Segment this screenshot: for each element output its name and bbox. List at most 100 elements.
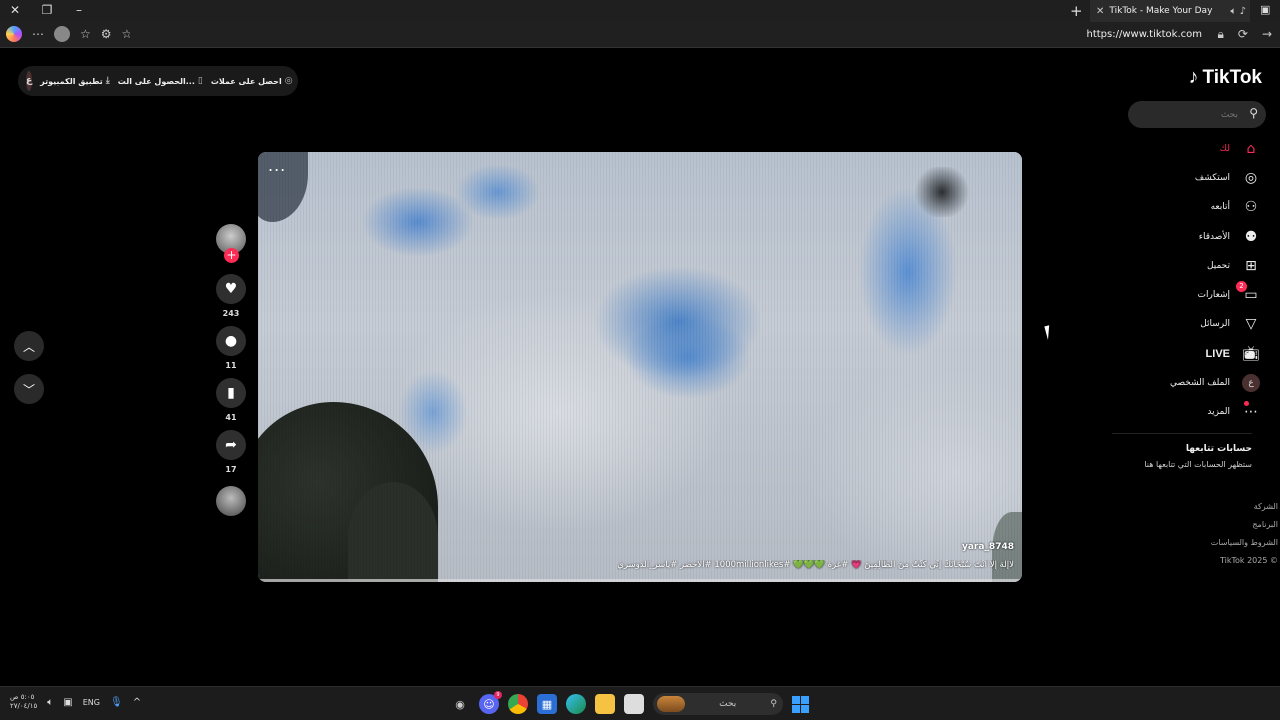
window-controls: ✕ ❐ – — [6, 3, 88, 17]
upload-icon: ⊞ — [1245, 257, 1257, 274]
speaker-icon[interactable]: 🔈︎ ♪ — [1230, 6, 1250, 17]
sidebar-item-more[interactable]: المزيد ⋯ — [1110, 398, 1260, 427]
windows-taskbar: ٥:٠٥ ص ٢٧/٠٤/١٥ 🔈︎ ▣ ENG 🎙︎ ^ ◉ ☺ 9 ▦ بحث… — [0, 686, 1280, 720]
footer-program-link[interactable]: البرنامج — [1138, 516, 1278, 534]
tiktok-logo[interactable]: ♪ TikTok — [1189, 66, 1262, 89]
footer-copyright: TikTok 2025 © — [1220, 556, 1278, 565]
download-icon: ⤓ — [105, 76, 110, 86]
restore-window-icon[interactable]: ❐ — [38, 3, 56, 17]
sidebar-item-following[interactable]: أتابعه ⚇ — [1110, 193, 1260, 222]
profile-icon[interactable] — [54, 26, 70, 42]
store-app-icon[interactable]: ▦ — [537, 694, 557, 714]
clock[interactable]: ٥:٠٥ ص ٢٧/٠٤/١٥ — [10, 693, 37, 711]
share-button[interactable]: ➦ — [216, 430, 246, 460]
tab-actions-icon[interactable]: ▣ — [1260, 3, 1270, 16]
new-tab-icon[interactable]: + — [1070, 2, 1083, 20]
next-video-button[interactable]: ﹀ — [14, 374, 44, 404]
favorites-icon[interactable]: ☆ — [80, 27, 91, 41]
close-window-icon[interactable]: ✕ — [6, 3, 24, 17]
minimize-window-icon[interactable]: – — [70, 3, 88, 17]
sidebar-item-live[interactable]: LIVE 📺︎ — [1110, 339, 1260, 368]
inbox-icon: ▭ 2 — [1236, 281, 1260, 303]
file-explorer-icon[interactable] — [595, 694, 615, 714]
more-options-icon[interactable]: ⋯ — [32, 27, 44, 41]
sidebar-item-profile[interactable]: الملف الشخصي ع — [1110, 368, 1260, 397]
follow-plus-icon[interactable]: + — [224, 248, 239, 263]
user-plus-icon: ⚇ — [1244, 199, 1258, 216]
sidebar-footer: الشركة البرنامج الشروط والسياسات TikTok … — [1138, 498, 1278, 570]
profile-avatar: ع — [1242, 374, 1260, 393]
edge-app-icon[interactable] — [566, 694, 586, 714]
following-accounts-section: حسابات تتابعها ستظهر الحسابات التي تتابع… — [1112, 433, 1252, 469]
clock-date: ٢٧/٠٤/١٥ — [10, 702, 38, 710]
sidebar-item-label: استكشف — [1194, 172, 1230, 183]
footer-terms-link[interactable]: الشروط والسياسات — [1138, 534, 1278, 552]
footer-company-link[interactable]: الشركة — [1138, 498, 1278, 516]
tiktok-page: ع تطبيق الكمبيوتر ⤓ الحصول على الت... ▯ … — [0, 48, 1280, 686]
save-count: 41 — [225, 413, 237, 422]
compass-icon: ◎ — [1244, 169, 1258, 186]
video-username[interactable]: yara_8748 — [962, 542, 1014, 552]
forward-icon[interactable]: → — [1262, 27, 1272, 42]
copilot-icon[interactable] — [6, 26, 22, 42]
like-count: 243 — [222, 309, 240, 318]
get-coins-link[interactable]: احصل على عملات ◎ — [211, 76, 293, 86]
lock-icon[interactable]: 🔒︎ — [1217, 27, 1223, 42]
video-more-icon[interactable]: ... — [268, 156, 286, 175]
avatar[interactable]: ع — [26, 71, 33, 91]
search-icon[interactable]: ⚲ — [1249, 106, 1258, 120]
browser-tab[interactable]: ✕ TikTok - Make Your Day 🔈︎ ♪ — [1090, 0, 1250, 22]
search-input[interactable] — [1138, 106, 1238, 123]
video-progress-bar[interactable] — [258, 579, 1022, 582]
taskbar-apps: ◉ ☺ 9 ▦ بحث ⚲ — [450, 691, 809, 715]
comment-button[interactable]: ● — [216, 326, 246, 356]
share-count: 17 — [225, 465, 237, 474]
language-indicator[interactable]: ENG — [83, 698, 100, 707]
sidebar-item-notifications[interactable]: إشعارات ▭ 2 — [1110, 280, 1260, 309]
sidebar-item-label: تحميل — [1206, 260, 1230, 271]
sidebar-item-upload[interactable]: تحميل ⊞ — [1110, 251, 1260, 280]
get-coins-label: احصل على عملات — [210, 76, 282, 86]
microphone-icon[interactable]: 🎙︎ — [110, 697, 123, 708]
chrome-app-icon[interactable] — [508, 694, 528, 714]
close-tab-icon[interactable]: ✕ — [1096, 6, 1104, 17]
tiktok-note-icon: ♪ — [1188, 66, 1199, 88]
music-disc[interactable] — [216, 486, 246, 516]
sidebar-item-for-you[interactable]: لك ⌂ — [1110, 134, 1260, 163]
network-icon[interactable]: ▣ — [63, 697, 72, 708]
system-tray: ٥:٠٥ ص ٢٧/٠٤/١٥ 🔈︎ ▣ ENG 🎙︎ ^ — [10, 693, 141, 711]
recorder-app-icon[interactable]: ◉ — [450, 694, 470, 714]
sidebar-item-messages[interactable]: الرسائل ▽ — [1110, 310, 1260, 339]
desktop-app-link[interactable]: تطبيق الكمبيوتر ⤓ — [40, 76, 110, 86]
more-dots-icon: ⋯ — [1242, 401, 1260, 420]
share-icon: ➦ — [225, 437, 237, 453]
paper-plane-icon: ▽ — [1245, 316, 1257, 333]
coin-icon: ◎ — [284, 76, 293, 86]
sidebar-item-explore[interactable]: استكشف ◎ — [1110, 163, 1260, 192]
top-actions-bar: ع تطبيق الكمبيوتر ⤓ الحصول على الت... ▯ … — [18, 66, 298, 96]
save-button[interactable]: ▮ — [216, 378, 246, 408]
address-bar[interactable] — [130, 25, 1225, 45]
start-button-icon[interactable] — [792, 695, 809, 713]
search-box[interactable]: ⚲ — [1128, 101, 1266, 128]
taskbar-search-placeholder: بحث — [719, 699, 737, 709]
chevron-down-icon: ﹀ — [22, 382, 35, 397]
refresh-icon[interactable]: ⟳ — [1238, 27, 1248, 42]
following-title: حسابات تتابعها — [1185, 444, 1252, 454]
video-player[interactable]: ... yara_8748 لَاإِلَهَ إِلَّا أَنْتَ سُ… — [258, 152, 1022, 582]
extensions-icon[interactable]: ⚙ — [101, 27, 112, 41]
like-button[interactable]: ♥ — [216, 274, 246, 304]
taskbar-search[interactable]: بحث ⚲ — [653, 693, 783, 715]
search-icon: ⚲ — [770, 699, 777, 709]
home-icon: ⌂ — [1246, 140, 1256, 157]
get-app-link[interactable]: الحصول على الت... ▯ — [118, 76, 203, 86]
tray-chevron-icon[interactable]: ^ — [133, 697, 141, 708]
previous-video-button[interactable]: ︿ — [14, 331, 44, 361]
volume-icon[interactable]: 🔈︎ — [47, 697, 53, 708]
window-app-icon[interactable] — [624, 694, 644, 714]
url-text[interactable]: https://www.tiktok.com — [1087, 29, 1203, 40]
browser-titlebar: ✕ ❐ – + ✕ TikTok - Make Your Day 🔈︎ ♪ ▣ — [0, 0, 1280, 22]
discord-app-icon[interactable]: ☺ 9 — [479, 691, 502, 714]
creator-avatar[interactable]: + — [216, 224, 246, 263]
sidebar-item-friends[interactable]: الأصدقاء ⚉ — [1110, 222, 1260, 251]
